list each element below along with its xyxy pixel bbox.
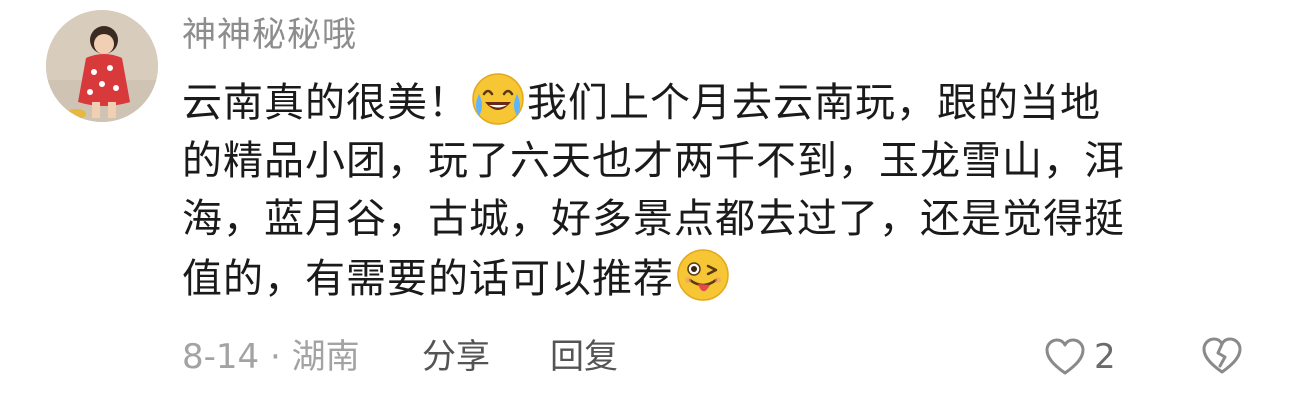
comment-text: 云南真的很美！ 我们上个月去云南玩，跟的当地 的精品小团，玩了六天也才两千不到，…	[182, 72, 1242, 308]
broken-heart-outline-icon	[1202, 337, 1242, 374]
comment-text-part-1: 云南真的很美！	[182, 80, 469, 126]
tears-of-joy-emoji	[471, 72, 525, 126]
like-button[interactable]: 2	[1044, 334, 1116, 380]
avatar[interactable]	[46, 10, 158, 122]
date-location: 8-14 · 湖南	[182, 337, 360, 377]
dislike-button[interactable]	[1200, 336, 1244, 388]
comment-item: 神神秘秘哦 云南真的很美！ 我们上个月去云南玩，跟的当地 的精品小团，玩了六天也…	[0, 0, 1290, 412]
share-button[interactable]: 分享	[422, 334, 490, 380]
like-count: 2	[1094, 337, 1116, 377]
comment-footer: 8-14 · 湖南 分享 回复 2	[182, 334, 1242, 380]
comment-text-line-3: 海，蓝月谷，古城，好多景点都去过了，还是觉得挺	[182, 196, 1125, 242]
comment-text-line-2: 的精品小团，玩了六天也才两千不到，玉龙雪山，洱	[182, 138, 1125, 184]
heart-outline-icon	[1045, 338, 1085, 375]
avatar-image	[46, 10, 158, 122]
comment-text-line-4: 值的，有需要的话可以推荐	[182, 256, 674, 302]
winking-tongue-emoji	[676, 248, 730, 302]
comment-text-part-2: 我们上个月去云南玩，跟的当地	[527, 80, 1101, 126]
username[interactable]: 神神秘秘哦	[182, 12, 357, 58]
reply-button[interactable]: 回复	[550, 334, 618, 380]
